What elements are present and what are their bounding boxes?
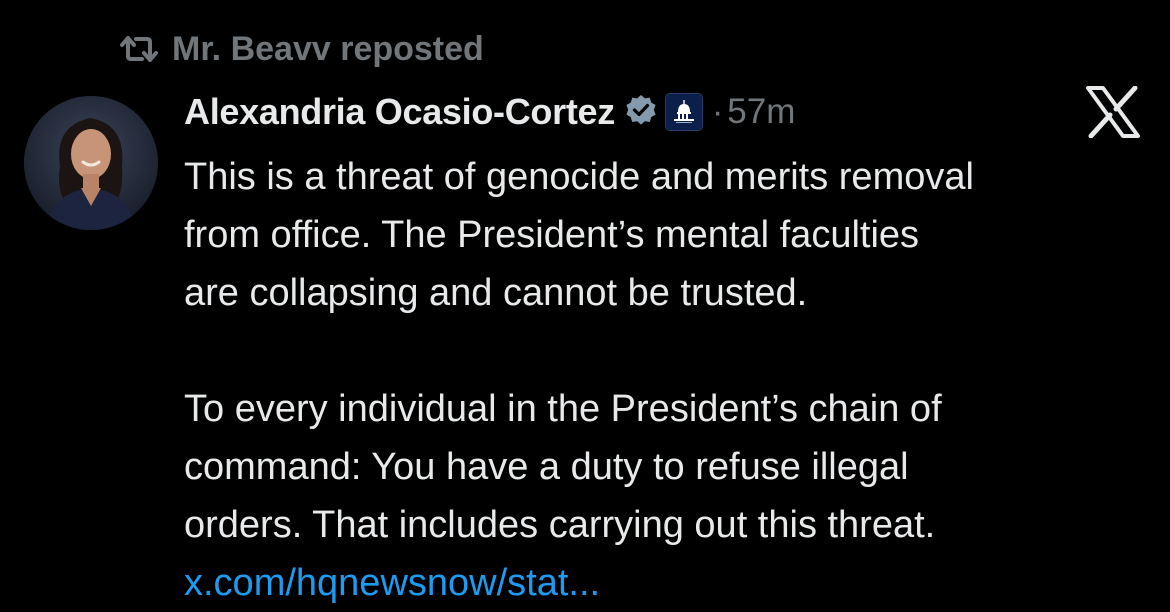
tweet-line: orders. That includes carrying out this … xyxy=(184,504,936,546)
timestamp[interactable]: 57m xyxy=(727,92,795,132)
tweet-header: Alexandria Ocasio-Cortez · 57m xyxy=(184,88,795,136)
separator-dot: · xyxy=(711,92,724,131)
tweet-line: are collapsing and cannot be trusted. xyxy=(184,272,808,314)
tweet-text: This is a threat of genocide and merits … xyxy=(184,148,1144,612)
avatar[interactable] xyxy=(24,96,158,230)
repost-icon xyxy=(118,34,160,64)
tweet-line: command: You have a duty to refuse illeg… xyxy=(184,446,909,488)
capitol-building-icon[interactable] xyxy=(664,93,703,131)
tweet-line: This is a threat of genocide and merits … xyxy=(184,156,974,198)
repost-indicator[interactable]: Mr. Beavv reposted xyxy=(118,26,484,72)
x-logo-icon xyxy=(1085,86,1141,138)
tweet-link[interactable]: x.com/hqnewsnow/stat... xyxy=(184,554,1144,612)
repost-text[interactable]: Mr. Beavv reposted xyxy=(172,30,484,69)
tweet-line: To every individual in the President’s c… xyxy=(184,388,942,430)
author-name[interactable]: Alexandria Ocasio-Cortez xyxy=(184,91,615,133)
verified-badge-icon[interactable] xyxy=(625,94,657,131)
tweet-line: from office. The President’s mental facu… xyxy=(184,214,920,256)
